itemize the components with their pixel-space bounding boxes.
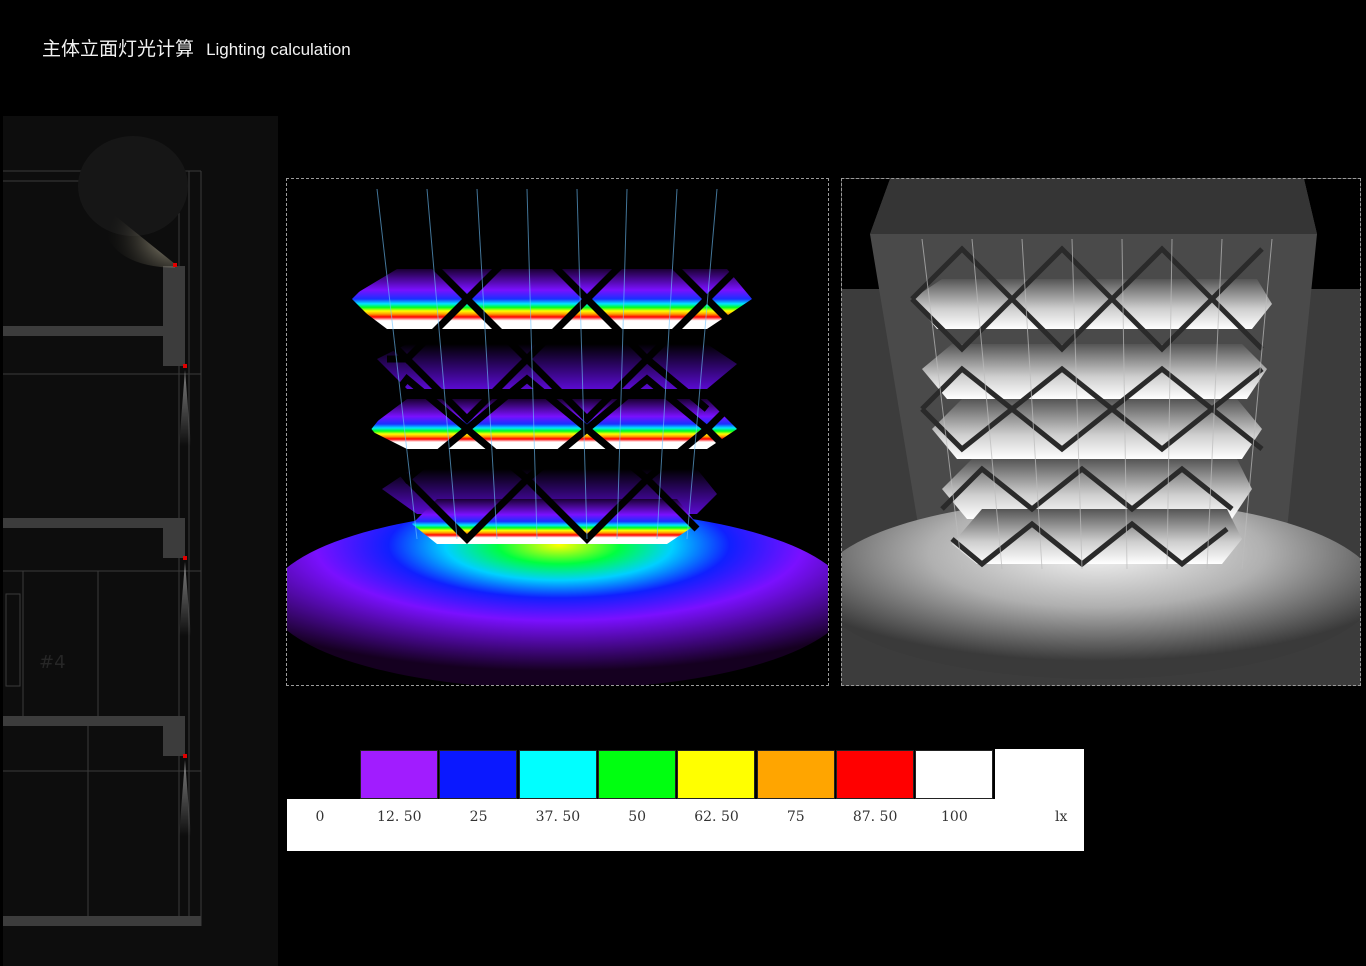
legend-swatch bbox=[597, 750, 676, 799]
legend-swatch bbox=[439, 750, 518, 799]
legend-tick-label: 0 bbox=[315, 809, 325, 825]
pseudo-color-render bbox=[286, 178, 829, 686]
legend-tick-label: 50 bbox=[628, 809, 647, 825]
page-title-cn: 主体立面灯光计算 bbox=[42, 38, 195, 60]
section-drawing: #4 bbox=[3, 116, 278, 966]
grayscale-image bbox=[842, 179, 1360, 685]
legend-swatch bbox=[518, 750, 597, 799]
illuminance-legend: 0 12. 50 25 37. 50 50 62. 50 75 87. 50 100 lx bbox=[287, 749, 1084, 851]
legend-swatch bbox=[360, 750, 438, 799]
legend-tick-label: 37. 50 bbox=[535, 809, 581, 825]
legend-swatch bbox=[677, 750, 756, 799]
legend-tick-label: 25 bbox=[469, 809, 488, 825]
legend-swatch bbox=[835, 750, 914, 799]
svg-text:#4: #4 bbox=[39, 652, 66, 673]
legend-tick-label: 100 bbox=[941, 809, 968, 825]
page-title-en: Lighting calculation bbox=[206, 40, 351, 59]
legend-unit: lx bbox=[1055, 809, 1068, 825]
page-title: 主体立面灯光计算 Lighting calculation bbox=[42, 34, 351, 61]
legend-tick-label: 87. 50 bbox=[852, 809, 898, 825]
pseudo-color-image bbox=[287, 179, 828, 685]
legend-swatch bbox=[915, 750, 994, 799]
legend-background-top bbox=[995, 749, 1084, 801]
grayscale-render bbox=[841, 178, 1361, 686]
legend-tick-label: 75 bbox=[786, 809, 805, 825]
legend-tick-label: 62. 50 bbox=[694, 809, 739, 825]
legend-background-bottom bbox=[287, 799, 1084, 851]
section-drawing-svg: #4 bbox=[3, 136, 202, 926]
legend-tick-label: 12. 50 bbox=[377, 809, 422, 825]
legend-swatch bbox=[756, 750, 835, 799]
